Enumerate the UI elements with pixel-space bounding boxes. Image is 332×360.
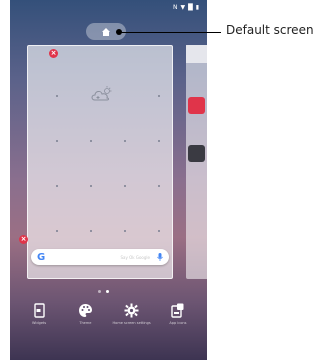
signal-icon: █ (188, 4, 193, 11)
google-logo: G (37, 251, 46, 263)
remove-page-icon[interactable]: × (49, 49, 58, 58)
home-screen-settings-label: Home screen settings (112, 321, 151, 325)
mic-icon[interactable] (157, 253, 163, 261)
home-page-card[interactable] (27, 45, 173, 279)
widgets-icon (33, 303, 45, 318)
grid-dot (56, 140, 58, 142)
widgets-button[interactable]: Widgets (18, 300, 60, 326)
side-app-icon (188, 145, 205, 162)
app-icons-label: App icons (169, 321, 187, 325)
google-search-bar[interactable]: G Say Ok Google (31, 249, 169, 265)
grid-dot (90, 230, 92, 232)
grid-dot (124, 140, 126, 142)
phone-screen: N ▼ █ ▮ G Say Ok Google Widgets Theme Ho… (10, 0, 207, 360)
search-hint-text: Say Ok Google (120, 254, 150, 260)
grid-dot (90, 185, 92, 187)
app-icons-icon (171, 303, 184, 318)
edit-mode-toolbar: Widgets Theme Home screen settings App i… (10, 300, 207, 350)
page-indicator (98, 290, 109, 293)
app-icons-button[interactable]: App icons (157, 300, 199, 326)
side-app-icon (188, 97, 205, 114)
theme-button[interactable]: Theme (64, 300, 106, 326)
page-dot-active (106, 290, 109, 293)
grid-dot (124, 230, 126, 232)
palette-icon (78, 304, 92, 317)
side-preview-strip (186, 45, 207, 63)
callout-label: Default screen (226, 23, 314, 37)
grid-dot (56, 185, 58, 187)
battery-icon: ▮ (195, 4, 199, 11)
home-screen-settings-button[interactable]: Home screen settings (111, 300, 153, 326)
theme-label: Theme (79, 321, 92, 325)
grid-dot (56, 230, 58, 232)
grid-dot (158, 230, 160, 232)
gear-icon (124, 303, 139, 318)
grid-dot (158, 95, 160, 97)
grid-dot (56, 95, 58, 97)
page-dot (98, 290, 101, 293)
widgets-label: Widgets (32, 321, 47, 325)
next-home-page-preview[interactable] (186, 45, 207, 279)
grid-dot (158, 140, 160, 142)
grid-dot (90, 140, 92, 142)
callout-line (121, 32, 221, 33)
nfc-icon: N (172, 4, 178, 11)
home-icon (102, 27, 110, 36)
grid-dot (158, 185, 160, 187)
weather-cloud-plus-icon[interactable] (88, 84, 114, 104)
remove-widget-icon[interactable]: × (19, 235, 28, 244)
grid-dot (124, 185, 126, 187)
status-bar: N ▼ █ ▮ (10, 0, 207, 16)
wifi-icon: ▼ (180, 4, 186, 11)
